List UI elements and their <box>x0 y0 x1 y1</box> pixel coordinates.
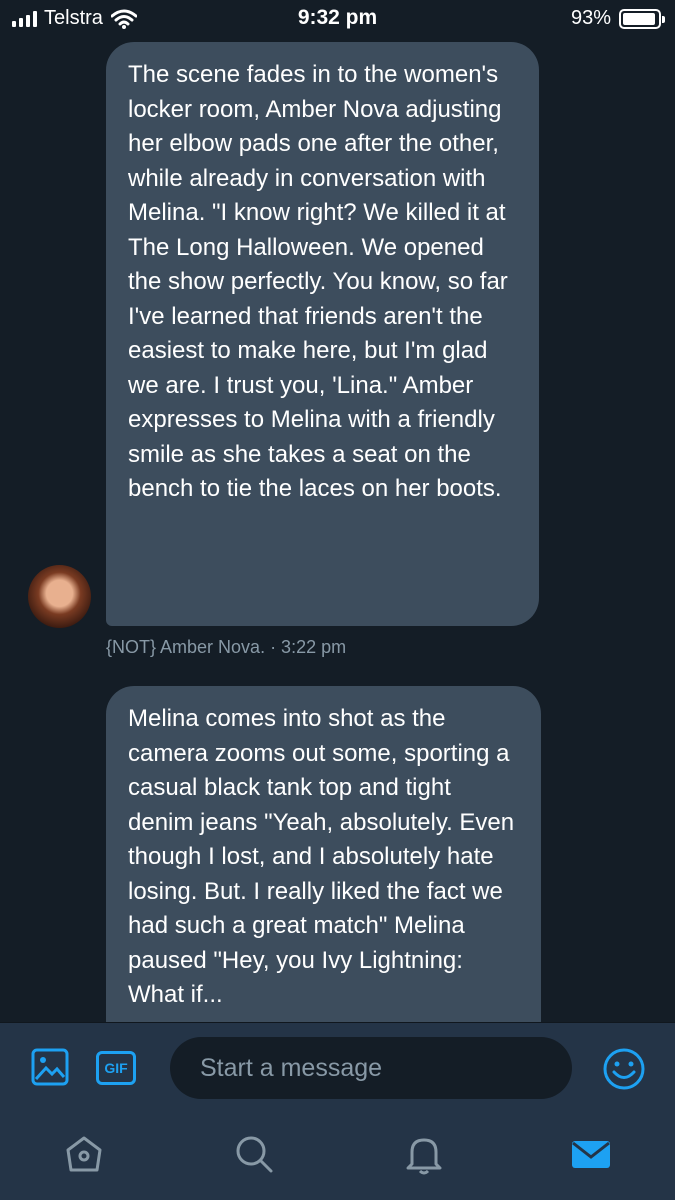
battery-fill <box>623 12 655 25</box>
message-composer: GIF Start a message <box>0 1022 675 1115</box>
avatar[interactable] <box>28 565 91 628</box>
home-icon[interactable] <box>62 1132 106 1176</box>
image-icon[interactable] <box>30 1047 70 1092</box>
bell-icon[interactable] <box>402 1132 446 1176</box>
status-bar: Telstra 9:32 pm 93% <box>0 0 675 38</box>
message-thread[interactable]: The scene fades in to the women's locker… <box>0 38 675 1022</box>
message-bubble[interactable]: The scene fades in to the women's locker… <box>106 42 539 626</box>
message-input[interactable]: Start a message <box>170 1037 572 1099</box>
battery-percent: 93% <box>570 7 611 29</box>
gif-icon[interactable]: GIF <box>96 1051 136 1085</box>
status-right: 93% <box>570 7 665 30</box>
envelope-icon[interactable] <box>569 1132 613 1176</box>
message-bubble[interactable]: Melina comes into shot as the camera zoo… <box>106 686 541 1022</box>
search-icon[interactable] <box>232 1132 276 1176</box>
battery-icon <box>619 8 665 29</box>
tab-bar <box>0 1114 675 1200</box>
message-meta: {NOT} Amber Nova. · 3:22 pm <box>106 637 347 657</box>
emoji-icon[interactable] <box>602 1047 646 1096</box>
